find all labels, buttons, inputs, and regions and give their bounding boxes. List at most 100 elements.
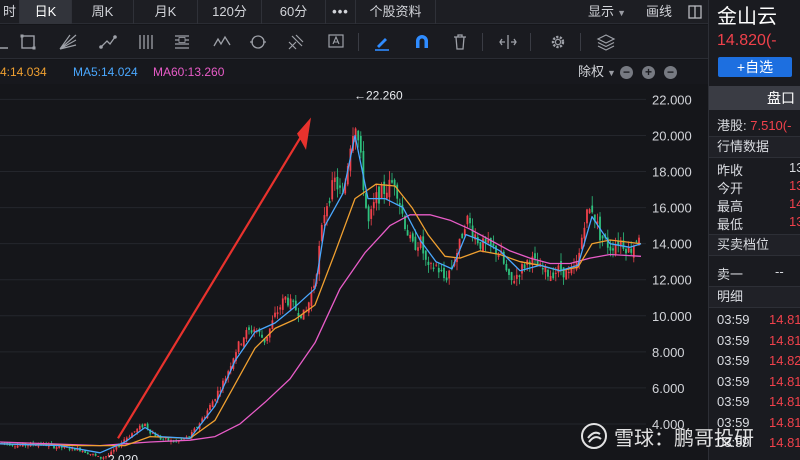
add-to-watchlist-button[interactable]: +自选 [718, 57, 792, 77]
tick-price: 14.82 [769, 353, 800, 368]
period-tab[interactable]: 周K [72, 0, 134, 24]
candle-body [443, 267, 445, 279]
candle-body [323, 215, 326, 224]
zoom-out-icon[interactable]: − [620, 66, 633, 79]
candle-body [385, 192, 388, 199]
tick-price: 14.81 [769, 414, 800, 430]
candle-body [248, 327, 250, 330]
window-toggle-icon[interactable] [682, 0, 708, 23]
candle-body [565, 270, 568, 280]
ma10-value: 4:14.034 [0, 65, 47, 79]
adjust-mode-dropdown[interactable]: 除权 ▼ [578, 60, 616, 85]
candle-body [297, 313, 300, 317]
candle-body [445, 277, 448, 281]
candle-body [614, 244, 617, 255]
candle-body [274, 312, 276, 317]
candle-body [427, 261, 430, 266]
candle-body [398, 202, 401, 206]
tab-order-book[interactable]: 盘口 [709, 86, 800, 110]
candle-body [188, 436, 191, 438]
candle-body [570, 268, 573, 274]
draw-line-button[interactable]: 画线 [636, 0, 682, 24]
candle-body [549, 275, 552, 282]
market-row-label: 最低 [717, 217, 744, 232]
tick-price: 14.81 [769, 373, 800, 389]
candle-body [11, 444, 14, 446]
period-tab[interactable]: ••• [326, 0, 356, 24]
candle-body [630, 248, 633, 253]
candle-body [383, 181, 386, 195]
candle-body [367, 206, 370, 222]
pitchfork-icon[interactable] [284, 30, 308, 54]
candle-body [482, 238, 484, 252]
candle-body [461, 233, 464, 239]
candle-body [406, 230, 409, 236]
candle-body [237, 341, 240, 352]
candle-body [276, 312, 279, 315]
candle-body [336, 176, 339, 190]
candle-body [375, 192, 378, 204]
ma5-line [0, 134, 642, 454]
candle-body [388, 179, 391, 198]
layers-icon[interactable] [594, 30, 618, 54]
candle-body [601, 235, 604, 239]
candle-body [112, 449, 115, 452]
hk-share-change: (- [782, 118, 792, 133]
trend-line-icon[interactable] [96, 30, 120, 54]
wave-tool-icon[interactable] [210, 30, 234, 54]
tick-time: 03:59 [717, 312, 750, 327]
candle-body [448, 270, 451, 279]
candle-body [180, 438, 183, 440]
tick-price: 14.81 [769, 435, 800, 450]
ask-1-row: 卖一 [717, 264, 743, 283]
candle-body [580, 237, 583, 249]
expand-horizontal-icon[interactable] [496, 30, 520, 54]
candle-body [128, 436, 131, 438]
candle-body [534, 253, 536, 259]
candle-body [541, 268, 544, 270]
ma10-line [0, 183, 642, 447]
tick-time: 03:59 [717, 353, 750, 368]
candle-body [396, 184, 399, 199]
parallel-lines-icon[interactable] [134, 30, 158, 54]
candle-body [89, 454, 92, 455]
hk-share-label: 港股: [717, 118, 747, 133]
minus-icon[interactable]: − [664, 66, 677, 79]
watermark-text: 雪球：鹏哥投研 [614, 427, 754, 450]
tick-time: 03:59 [717, 373, 750, 389]
candle-body [287, 297, 289, 306]
fan-lines-icon[interactable] [56, 30, 80, 54]
rectangle-tool-icon[interactable] [16, 30, 40, 54]
trash-icon[interactable] [448, 30, 472, 54]
zoom-in-icon[interactable]: + [642, 66, 655, 79]
candle-body [552, 272, 555, 279]
candle-body [55, 447, 58, 449]
candle-body [612, 248, 614, 251]
candle-body [411, 233, 414, 242]
candle-body [557, 265, 560, 273]
period-tab[interactable]: 个股资料 [356, 0, 436, 24]
period-tab[interactable]: 日K [20, 0, 72, 24]
kline-chart[interactable]: ←22.260 ←2.020 22.000 20.000 18.000 16.000 14… [0, 85, 708, 460]
gear-icon[interactable] [546, 30, 570, 54]
candle-body [133, 431, 136, 433]
text-annotation-icon[interactable] [324, 30, 348, 54]
ticks-header: 明细 [709, 286, 800, 308]
period-tab[interactable]: 120分 [198, 0, 262, 24]
display-menu[interactable]: 显示 ▼ [578, 0, 636, 24]
trend-arrow-line [117, 129, 306, 439]
order-book-header: 买卖档位 [709, 234, 800, 256]
fibonacci-icon[interactable] [170, 30, 194, 54]
period-tab[interactable]: 月K [134, 0, 198, 24]
candle-body [19, 445, 22, 447]
candle-body [591, 205, 594, 213]
candle-body [162, 438, 165, 440]
cycle-tool-icon[interactable] [246, 30, 270, 54]
period-tab[interactable]: 60分 [262, 0, 326, 24]
period-tab[interactable]: 时 [0, 0, 20, 24]
candle-body [435, 264, 438, 266]
candle-body [307, 302, 310, 313]
candle-body [588, 209, 591, 214]
magnet-icon[interactable] [410, 30, 434, 54]
pen-icon[interactable] [370, 30, 394, 54]
